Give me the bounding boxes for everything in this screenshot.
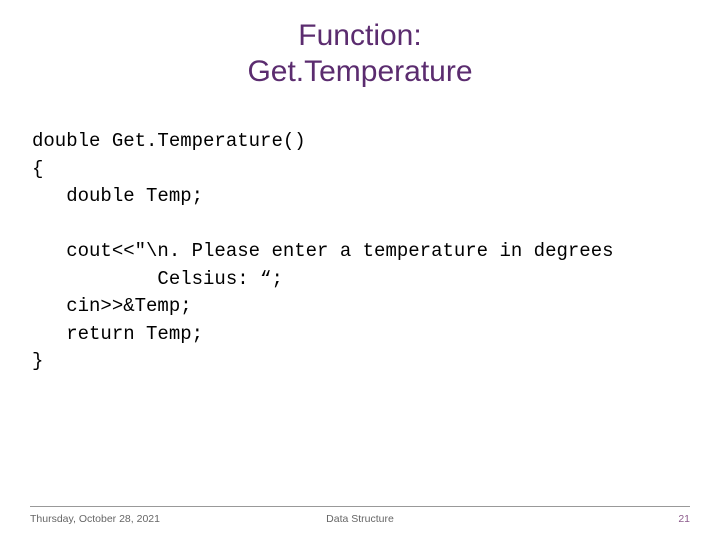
title-line-2: Get.Temperature — [247, 55, 472, 88]
footer-page-number: 21 — [470, 513, 690, 525]
code-block: double Get.Temperature() { double Temp; … — [30, 128, 690, 376]
footer-divider — [30, 506, 690, 507]
footer-center: Data Structure — [250, 513, 470, 525]
slide-container: Function: Get.Temperature double Get.Tem… — [0, 0, 720, 540]
slide-title: Function: Get.Temperature — [30, 18, 690, 90]
title-line-1: Function: — [298, 19, 421, 52]
footer-date: Thursday, October 28, 2021 — [30, 513, 250, 525]
footer-row: Thursday, October 28, 2021 Data Structur… — [30, 513, 690, 525]
footer: Thursday, October 28, 2021 Data Structur… — [0, 506, 720, 525]
